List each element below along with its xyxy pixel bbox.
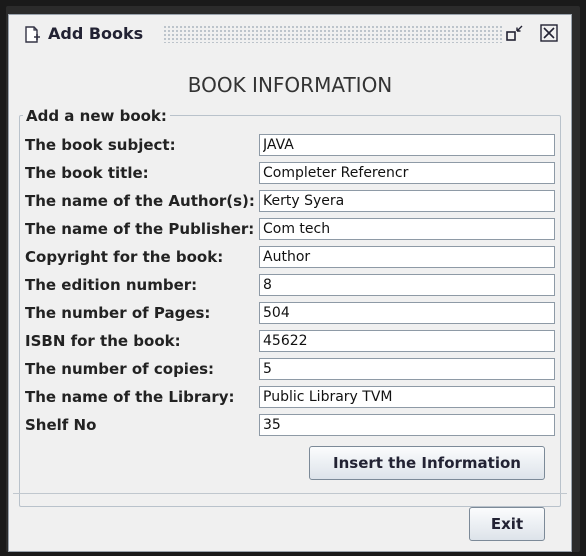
exit-button[interactable]: Exit xyxy=(469,507,545,541)
field-label: The book subject: xyxy=(25,136,176,154)
field-label: The name of the Publisher: xyxy=(25,220,255,238)
title-field[interactable] xyxy=(259,162,555,184)
subject-field[interactable] xyxy=(259,134,555,156)
field-label: Copyright for the book: xyxy=(25,248,224,266)
field-label: ISBN for the book: xyxy=(25,332,181,350)
page-title: BOOK INFORMATION xyxy=(187,73,393,97)
field-label: The book title: xyxy=(25,164,149,182)
library-field[interactable] xyxy=(259,386,555,408)
insert-information-button[interactable]: Insert the Information xyxy=(309,446,545,480)
copyright-field[interactable] xyxy=(259,246,555,268)
close-icon[interactable] xyxy=(539,23,559,43)
title-bar[interactable]: Add Books xyxy=(15,21,565,47)
shelf-field[interactable] xyxy=(259,414,555,436)
field-label: The number of copies: xyxy=(25,360,215,378)
edition-field[interactable] xyxy=(259,274,555,296)
publisher-field[interactable] xyxy=(259,218,555,240)
field-label: The name of the Library: xyxy=(25,388,235,406)
field-label: The edition number: xyxy=(25,276,198,294)
add-books-window: Add Books BOOK INFORMATION Add a new boo… xyxy=(8,14,572,552)
window-title: Add Books xyxy=(48,24,144,43)
title-bar-grip xyxy=(163,25,503,43)
field-label: Shelf No xyxy=(25,416,97,434)
copies-field[interactable] xyxy=(259,358,555,380)
isbn-field[interactable] xyxy=(259,330,555,352)
restore-icon[interactable] xyxy=(505,23,525,43)
pages-field[interactable] xyxy=(259,302,555,324)
author-field[interactable] xyxy=(259,190,555,212)
add-document-icon xyxy=(25,26,40,43)
field-label: The number of Pages: xyxy=(25,304,211,322)
group-label: Add a new book: xyxy=(23,107,170,125)
field-label: The name of the Author(s): xyxy=(25,192,255,210)
